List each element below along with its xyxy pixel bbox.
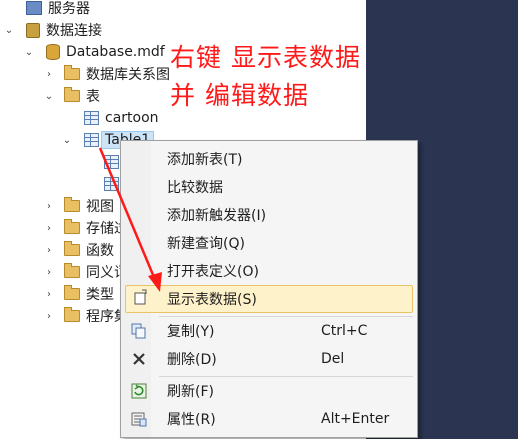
tree-item-types[interactable]: 类型	[64, 283, 114, 305]
menu-item-label: 删除(D)	[167, 352, 217, 368]
menu-item-open-definition[interactable]: 打开表定义(O)	[121, 258, 417, 284]
annotation-line-1: 右键 显示表数据	[170, 43, 361, 72]
menu-item-properties[interactable]: 属性(R) Alt+Enter	[121, 406, 417, 432]
menu-item-label: 比较数据	[167, 180, 223, 196]
expand-icon[interactable]: ›	[44, 246, 54, 256]
menu-item-label: 添加新触发器(I)	[167, 208, 267, 224]
menu-item-delete[interactable]: 删除(D) Del	[121, 346, 417, 372]
folder-icon	[64, 219, 80, 234]
tree-item-data-connections-label: 数据连接	[46, 23, 102, 39]
tree-item-views[interactable]: 视图	[64, 195, 114, 217]
tree-item-tables-label: 表	[86, 89, 100, 105]
tree-item-functions-label: 函数	[86, 243, 114, 259]
menu-separator	[159, 376, 413, 377]
connection-icon	[26, 22, 40, 38]
menu-separator	[159, 316, 413, 317]
properties-icon	[131, 412, 147, 427]
tree-item-server-label: 服务器	[48, 1, 90, 17]
menu-item-shortcut: Alt+Enter	[321, 411, 390, 427]
menu-item-label: 属性(R)	[167, 412, 216, 428]
table-icon	[84, 111, 99, 125]
menu-item-label: 添加新表(T)	[167, 152, 243, 168]
folder-icon	[64, 285, 80, 300]
tree-item-assemblies[interactable]: 程序集	[64, 305, 128, 327]
show-data-icon	[134, 289, 147, 305]
collapse-icon[interactable]: ⌄	[62, 136, 72, 146]
folder-icon	[64, 197, 80, 212]
menu-item-label: 刷新(F)	[167, 384, 214, 400]
tree-item-cartoon[interactable]: cartoon	[84, 107, 159, 129]
server-icon	[26, 1, 42, 15]
tree-item-views-label: 视图	[86, 199, 114, 215]
table-icon	[84, 133, 99, 147]
folder-icon	[64, 65, 80, 80]
menu-item-shortcut: Del	[321, 351, 345, 367]
tree-item-synonyms[interactable]: 同义词	[64, 261, 128, 283]
expand-icon[interactable]: ›	[44, 290, 54, 300]
collapse-icon[interactable]: ⌄	[4, 26, 14, 36]
menu-item-label: 显示表数据(S)	[167, 292, 257, 308]
expand-icon[interactable]: ›	[44, 70, 54, 80]
tree-item-server[interactable]: 服务器	[26, 0, 90, 19]
expand-icon[interactable]: ›	[44, 312, 54, 322]
folder-icon	[64, 263, 80, 278]
context-menu: 添加新表(T) 比较数据 添加新触发器(I) 新建查询(Q) 打开表定义(O) …	[120, 140, 418, 438]
annotation-line-2: 并 编辑数据	[170, 81, 309, 110]
tree-item-diagrams-label: 数据库关系图	[86, 67, 170, 83]
collapse-icon[interactable]: ⌄	[44, 92, 54, 102]
column-icon	[104, 177, 119, 191]
column-icon	[104, 155, 119, 169]
menu-item-compare-data[interactable]: 比较数据	[121, 174, 417, 200]
database-icon	[46, 44, 60, 60]
menu-item-add-table[interactable]: 添加新表(T)	[121, 146, 417, 172]
menu-item-show-table-data[interactable]: 显示表数据(S)	[125, 285, 413, 313]
tree-item-functions[interactable]: 函数	[64, 239, 114, 261]
refresh-icon	[131, 383, 147, 399]
tree-item-cartoon-label: cartoon	[105, 110, 159, 126]
tree-item-diagrams[interactable]: 数据库关系图	[64, 63, 170, 85]
tree-item-database-label: Database.mdf	[66, 44, 165, 60]
menu-item-new-query[interactable]: 新建查询(Q)	[121, 230, 417, 256]
menu-item-add-trigger[interactable]: 添加新触发器(I)	[121, 202, 417, 228]
expand-icon[interactable]: ›	[44, 224, 54, 234]
menu-item-label: 新建查询(Q)	[167, 236, 245, 252]
folder-icon	[64, 307, 80, 322]
expand-icon[interactable]: ›	[44, 268, 54, 278]
folder-icon	[64, 87, 80, 102]
tree-item-tables[interactable]: 表	[64, 85, 100, 107]
menu-item-label: 复制(Y)	[167, 324, 215, 340]
tree-item-stored-procedures[interactable]: 存储过	[64, 217, 128, 239]
tree-item-database[interactable]: Database.mdf	[46, 41, 165, 63]
collapse-icon[interactable]: ⌄	[24, 48, 34, 58]
menu-item-shortcut: Ctrl+C	[321, 323, 368, 339]
tree-item-data-connections[interactable]: 数据连接	[26, 19, 102, 41]
menu-item-refresh[interactable]: 刷新(F)	[121, 378, 417, 404]
tree-item-types-label: 类型	[86, 287, 114, 303]
folder-icon	[64, 241, 80, 256]
copy-icon	[131, 323, 146, 339]
delete-icon	[133, 353, 145, 365]
menu-item-copy[interactable]: 复制(Y) Ctrl+C	[121, 318, 417, 344]
menu-item-label: 打开表定义(O)	[167, 264, 259, 280]
expand-icon[interactable]: ›	[44, 202, 54, 212]
